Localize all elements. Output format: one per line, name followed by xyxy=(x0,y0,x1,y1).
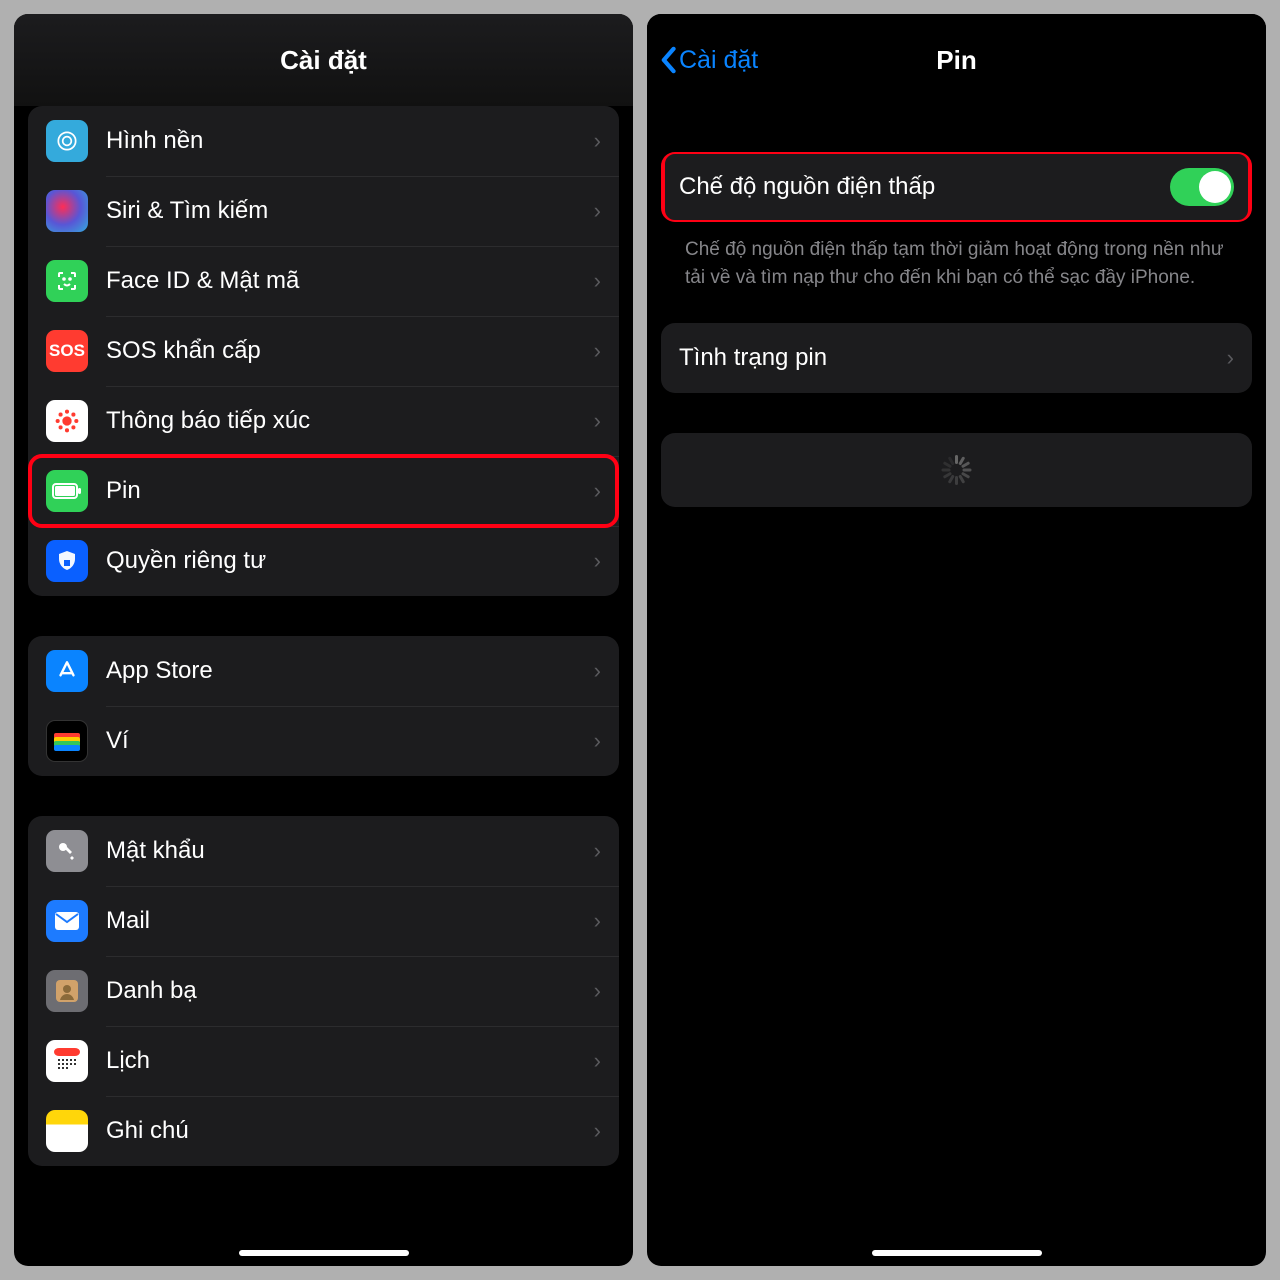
row-label: Face ID & Mật mã xyxy=(106,267,594,295)
battery-screen: Cài đặt Pin Chế độ nguồn điện thấp Chế đ… xyxy=(647,14,1266,1266)
header: Cài đặt xyxy=(14,14,633,106)
chevron-right-icon: › xyxy=(594,658,601,684)
row-label: Ví xyxy=(106,727,594,755)
back-button[interactable]: Cài đặt xyxy=(659,46,758,75)
page-title: Pin xyxy=(936,45,976,76)
row-passwords[interactable]: Mật khẩu › xyxy=(28,816,619,886)
lowpower-group: Chế độ nguồn điện thấp xyxy=(661,152,1252,222)
row-faceid[interactable]: Face ID & Mật mã › xyxy=(28,246,619,316)
privacy-icon xyxy=(46,540,88,582)
home-indicator[interactable] xyxy=(239,1250,409,1256)
mail-icon xyxy=(46,900,88,942)
back-label: Cài đặt xyxy=(679,46,758,75)
chevron-right-icon: › xyxy=(594,268,601,294)
row-label: Pin xyxy=(106,477,594,505)
row-siri[interactable]: Siri & Tìm kiếm › xyxy=(28,176,619,246)
home-indicator[interactable] xyxy=(872,1250,1042,1256)
siri-icon xyxy=(46,190,88,232)
row-label: Siri & Tìm kiếm xyxy=(106,197,594,225)
chevron-right-icon: › xyxy=(594,1048,601,1074)
row-wallet[interactable]: Ví › xyxy=(28,706,619,776)
row-low-power-mode[interactable]: Chế độ nguồn điện thấp xyxy=(661,152,1252,222)
faceid-icon xyxy=(46,260,88,302)
row-label: SOS khẩn cấp xyxy=(106,337,594,365)
settings-group-2: App Store › Ví › xyxy=(28,636,619,776)
battery-health-group: Tình trạng pin › xyxy=(661,323,1252,393)
wallet-icon xyxy=(46,720,88,762)
low-power-toggle[interactable] xyxy=(1170,168,1234,206)
chevron-right-icon: › xyxy=(594,478,601,504)
calendar-icon xyxy=(46,1040,88,1082)
row-label: Mail xyxy=(106,907,594,935)
spinner-icon xyxy=(942,455,972,485)
chevron-right-icon: › xyxy=(594,978,601,1004)
chevron-right-icon: › xyxy=(1227,345,1234,371)
chevron-right-icon: › xyxy=(594,838,601,864)
settings-group-1: Hình nền › Siri & Tìm kiếm › Face ID & M… xyxy=(28,106,619,596)
row-label: Ghi chú xyxy=(106,1117,594,1145)
row-label: Lịch xyxy=(106,1047,594,1075)
loading-row xyxy=(661,433,1252,507)
row-label: App Store xyxy=(106,657,594,685)
appstore-icon xyxy=(46,650,88,692)
contacts-icon xyxy=(46,970,88,1012)
row-notes[interactable]: Ghi chú › xyxy=(28,1096,619,1166)
chevron-right-icon: › xyxy=(594,1118,601,1144)
chevron-right-icon: › xyxy=(594,198,601,224)
row-exposure[interactable]: Thông báo tiếp xúc › xyxy=(28,386,619,456)
page-title: Cài đặt xyxy=(280,45,367,76)
settings-group-3: Mật khẩu › Mail › Danh bạ › Lịch › Ghi c… xyxy=(28,816,619,1166)
row-battery[interactable]: Pin › xyxy=(28,456,619,526)
row-contacts[interactable]: Danh bạ › xyxy=(28,956,619,1026)
row-sos[interactable]: SOS SOS khẩn cấp › xyxy=(28,316,619,386)
chevron-left-icon xyxy=(659,46,677,74)
row-label: Tình trạng pin xyxy=(679,344,1227,372)
row-label: Danh bạ xyxy=(106,977,594,1005)
header: Cài đặt Pin xyxy=(647,14,1266,106)
chevron-right-icon: › xyxy=(594,728,601,754)
chevron-right-icon: › xyxy=(594,128,601,154)
sos-icon: SOS xyxy=(46,330,88,372)
row-calendar[interactable]: Lịch › xyxy=(28,1026,619,1096)
key-icon xyxy=(46,830,88,872)
battery-content: Chế độ nguồn điện thấp Chế độ nguồn điện… xyxy=(647,106,1266,1266)
row-privacy[interactable]: Quyền riêng tư › xyxy=(28,526,619,596)
row-wallpaper[interactable]: Hình nền › xyxy=(28,106,619,176)
notes-icon xyxy=(46,1110,88,1152)
exposure-icon xyxy=(46,400,88,442)
wallpaper-icon xyxy=(46,120,88,162)
settings-screen: Cài đặt Hình nền › Siri & Tìm kiếm › Fac… xyxy=(14,14,633,1266)
chevron-right-icon: › xyxy=(594,548,601,574)
row-mail[interactable]: Mail › xyxy=(28,886,619,956)
battery-icon xyxy=(46,470,88,512)
row-appstore[interactable]: App Store › xyxy=(28,636,619,706)
settings-list[interactable]: Hình nền › Siri & Tìm kiếm › Face ID & M… xyxy=(14,106,633,1266)
row-label: Thông báo tiếp xúc xyxy=(106,407,594,435)
row-label: Quyền riêng tư xyxy=(106,547,594,575)
row-label: Hình nền xyxy=(106,127,594,155)
chevron-right-icon: › xyxy=(594,338,601,364)
row-label: Mật khẩu xyxy=(106,837,594,865)
chevron-right-icon: › xyxy=(594,408,601,434)
row-label: Chế độ nguồn điện thấp xyxy=(679,173,1170,201)
low-power-description: Chế độ nguồn điện thấp tạm thời giảm hoạ… xyxy=(661,222,1252,291)
chevron-right-icon: › xyxy=(594,908,601,934)
row-battery-health[interactable]: Tình trạng pin › xyxy=(661,323,1252,393)
